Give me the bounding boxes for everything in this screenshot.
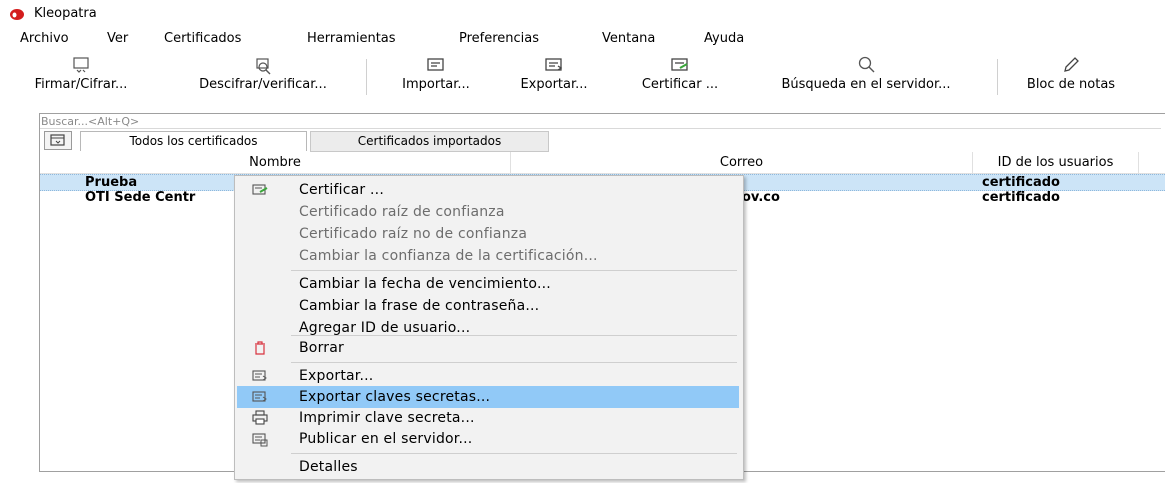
menu-label: Cambiar la confianza de la certificación… [299,248,598,264]
row-name: Prueba [85,175,138,190]
tab-menu-icon [50,134,65,146]
menu-item-details[interactable]: Detalles [237,456,739,478]
lookup-server-label: Búsqueda en el servidor... [781,77,951,92]
trash-icon [255,341,265,355]
menu-item-change-passphrase[interactable]: Cambiar la frase de contraseña... [237,295,739,317]
menu-preferencias[interactable]: Preferencias [459,31,539,46]
search-icon [858,56,875,73]
menu-separator [291,362,737,363]
export-label: Exportar... [520,77,588,92]
context-menu: Certificar ... Certificado raíz de confi… [234,175,744,480]
decrypt-verify-label: Descifrar/verificar... [199,77,327,92]
menu-label: Cambiar la fecha de vencimiento... [299,276,551,292]
menu-label: Certificar ... [299,182,384,198]
menu-item-delete[interactable]: Borrar [237,337,739,359]
menu-label: Exportar claves secretas... [299,389,491,405]
menu-item-print-secret-key[interactable]: Imprimir clave secreta... [237,407,739,429]
row-userids: certificado [982,175,1060,190]
menu-label: Exportar... [299,368,374,384]
tab-imported-certificates[interactable]: Certificados importados [310,131,549,152]
menu-item-distrust-root[interactable]: Certificado raíz no de confianza [237,223,739,245]
tab-list-toggle[interactable] [44,131,72,150]
menu-item-certify[interactable]: Certificar ... [237,179,739,201]
sign-encrypt-label: Firmar/Cifrar... [34,77,128,92]
menu-ayuda[interactable]: Ayuda [704,31,744,46]
column-header-email[interactable]: Correo [511,152,972,173]
certify-label: Certificar ... [641,77,719,92]
menu-label: Detalles [299,459,358,475]
menu-separator [291,335,737,336]
column-divider [1138,152,1139,173]
row-email: ov.co [742,190,780,205]
menu-item-change-expiry[interactable]: Cambiar la fecha de vencimiento... [237,273,739,295]
decrypt-verify-button[interactable]: Descifrar/verificar... [170,53,356,97]
menu-archivo[interactable]: Archivo [20,31,69,46]
menu-label: Cambiar la frase de contraseña... [299,298,540,314]
row-name: OTI Sede Centr [85,190,196,205]
menu-item-publish-server[interactable]: Publicar en el servidor... [237,428,739,450]
menu-item-export-secret-keys[interactable]: Exportar claves secretas... [237,386,739,408]
lookup-server-button[interactable]: Búsqueda en el servidor... [748,53,984,97]
menu-separator [291,453,737,454]
export-icon [252,370,267,381]
menu-label: Publicar en el servidor... [299,431,473,447]
pencil-icon [1064,57,1079,72]
toolbar-separator [366,59,367,95]
toolbar: Firmar/Cifrar... Descifrar/verificar... … [0,53,1165,99]
export-icon [252,391,267,402]
menu-label: Certificado raíz no de confianza [299,226,528,242]
export-icon [545,58,563,71]
menu-item-trust-root[interactable]: Certificado raíz de confianza [237,201,739,223]
certify-button[interactable]: Certificar ... [618,53,742,97]
column-header-userids[interactable]: ID de los usuarios [973,152,1138,173]
menu-label: Certificado raíz de confianza [299,204,505,220]
title-bar: Kleopatra [0,0,1165,28]
menu-item-export[interactable]: Exportar... [237,365,739,387]
decrypt-verify-icon [256,58,271,75]
menu-bar: Archivo Ver Certificados Herramientas Pr… [0,29,1165,49]
notepad-label: Bloc de notas [1026,77,1116,92]
search-input[interactable] [40,114,1161,129]
publish-icon [252,433,268,447]
table-header: Nombre Correo ID de los usuarios [40,152,1165,174]
menu-label: Imprimir clave secreta... [299,410,475,426]
tab-all-certificates[interactable]: Todos los certificados [80,131,307,151]
sign-encrypt-button[interactable]: Firmar/Cifrar... [0,53,162,97]
sign-encrypt-icon [73,57,89,73]
toolbar-separator [997,59,998,95]
menu-ver[interactable]: Ver [107,31,128,46]
import-label: Importar... [402,77,470,92]
app-title: Kleopatra [34,6,97,21]
menu-certificados[interactable]: Certificados [164,31,241,46]
notepad-button[interactable]: Bloc de notas [1006,53,1136,97]
column-header-name[interactable]: Nombre [40,152,510,173]
menu-item-change-trust[interactable]: Cambiar la confianza de la certificación… [237,245,739,267]
printer-icon [252,410,268,425]
row-userids: certificado [982,190,1060,205]
certify-icon [252,184,268,195]
export-button[interactable]: Exportar... [498,53,610,97]
menu-herramientas[interactable]: Herramientas [307,31,396,46]
import-icon [427,58,444,71]
certify-icon [671,58,688,71]
menu-separator [291,270,737,271]
kleopatra-logo-icon [10,9,24,20]
import-button[interactable]: Importar... [376,53,496,97]
menu-ventana[interactable]: Ventana [602,31,655,46]
menu-label: Borrar [299,340,344,356]
